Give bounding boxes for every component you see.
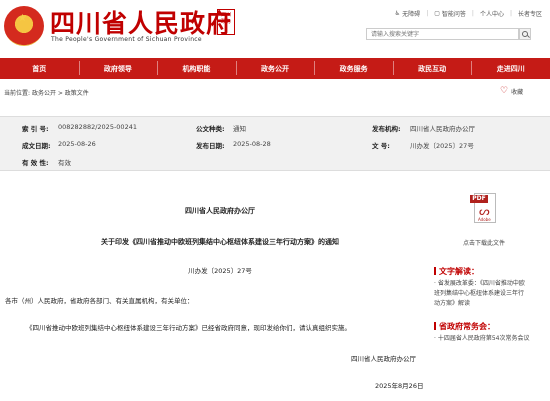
meta-value: 川办发〔2025〕27号 <box>410 142 474 150</box>
nav-item-interaction[interactable]: 政民互动 <box>392 60 472 75</box>
site-subtitle: The People's Government of Sichuan Provi… <box>51 36 202 43</box>
main-nav: 首页 政府领导 机构职能 政务公开 政务服务 政民互动 走进四川 <box>0 58 550 79</box>
interpretation-line: · 省发展改革委：《四川省推动中欧 <box>434 280 525 287</box>
chat-icon: ▢ <box>434 10 440 17</box>
divider: | <box>426 10 429 17</box>
meta-value: 有效 <box>58 159 71 167</box>
doc-date: 2025年8月26日 <box>375 382 424 390</box>
divider: | <box>509 10 512 17</box>
search-icon[interactable] <box>519 28 531 40</box>
meta-key: 发布机构: <box>372 125 401 133</box>
seal-logo: 四川 政务 <box>217 9 235 35</box>
accessibility-link[interactable]: ♿ 无障碍 <box>395 9 420 18</box>
meta-value: 008282882/2025-00241 <box>58 123 137 131</box>
meta-key: 成文日期: <box>22 142 51 150</box>
site-header: ★ 四川省人民政府 The People's Government of Sic… <box>0 0 550 56</box>
personal-center-link[interactable]: 个人中心 <box>480 9 504 18</box>
meta-value: 通知 <box>233 125 246 133</box>
meeting-line: · 十四届省人民政府第54次常务会议 <box>434 335 530 342</box>
doc-body: 《四川省推动中欧班列集结中心枢纽体系建设三年行动方案》已经省政府同意，现印发给你… <box>26 324 351 332</box>
meta-key: 公文种类: <box>196 125 225 133</box>
meta-value: 四川省人民政府办公厅 <box>410 125 475 133</box>
heart-icon: ♡ <box>500 86 509 96</box>
interpretation-line: 动方案》解读 <box>434 300 471 307</box>
doc-signer: 四川省人民政府办公厅 <box>351 355 416 363</box>
meta-key: 有 效 性: <box>22 159 49 167</box>
breadcrumb-label: 当前位置: <box>4 90 31 97</box>
meta-row: 索 引 号: 008282882/2025-00241 公文种类: 通知 发布机… <box>0 119 550 133</box>
interpretation-line: 班列集结中心枢纽体系建设三年行 <box>434 290 525 297</box>
interpretation-heading: 文字解读： <box>434 266 479 277</box>
site-title[interactable]: 四川省人民政府 <box>50 4 232 40</box>
executive-meeting-link[interactable]: · 十四届省人民政府第54次常务会议 <box>434 334 529 344</box>
accessibility-icon: ♿ <box>394 10 401 17</box>
meta-value: 2025-08-26 <box>58 140 96 148</box>
meta-key: 索 引 号: <box>22 125 49 133</box>
nav-item-sichuan[interactable]: 走进四川 <box>471 60 550 75</box>
breadcrumb: 当前位置: 政务公开 > 政策文件 <box>4 88 89 97</box>
document-meta-table: 索 引 号: 008282882/2025-00241 公文种类: 通知 发布机… <box>0 116 550 171</box>
acrobat-icon: ᔕ <box>479 204 490 218</box>
doc-office: 四川省人民政府办公厅 <box>185 207 255 215</box>
meta-value: 2025-08-28 <box>233 140 271 148</box>
meta-key: 发布日期: <box>196 142 225 150</box>
pdf-download-icon[interactable]: PDF ᔕ Adobe <box>470 193 496 223</box>
meta-row: 有 效 性: 有效 <box>0 153 550 167</box>
interpretation-link[interactable]: · 省发展改革委：《四川省推动中欧 班列集结中心枢纽体系建设三年行 动方案》解读 <box>434 279 525 309</box>
doc-title: 关于印发《四川省推动中欧班列集结中心枢纽体系建设三年行动方案》的通知 <box>101 238 339 246</box>
favorite-button[interactable]: ♡ 收藏 <box>500 86 523 96</box>
download-file-link[interactable]: 点击下载此文件 <box>463 238 505 247</box>
nav-item-leaders[interactable]: 政府领导 <box>78 60 158 75</box>
adobe-brand: Adobe <box>478 217 491 222</box>
pdf-tag: PDF <box>470 195 488 203</box>
doc-number: 川办发〔2025〕27号 <box>188 267 252 275</box>
nav-item-institutions[interactable]: 机构职能 <box>157 60 236 75</box>
favorite-label: 收藏 <box>511 88 524 96</box>
top-links: ♿ 无障碍 | ▢ 智能问答 | 个人中心 | 长者专区 <box>395 9 542 18</box>
meta-row: 成文日期: 2025-08-26 发布日期: 2025-08-28 文 号: 川… <box>0 136 550 150</box>
smart-qa-link[interactable]: ▢ 智能问答 <box>434 9 466 18</box>
search-input[interactable]: 请输入搜索关键字 <box>366 28 519 40</box>
meta-key: 文 号: <box>372 142 390 150</box>
doc-recipients: 各市（州）人民政府，省政府各部门、有关直属机构，有关单位： <box>5 297 194 305</box>
document-body: 四川省人民政府办公厅 关于印发《四川省推动中欧班列集结中心枢纽体系建设三年行动方… <box>0 171 440 401</box>
national-emblem-icon: ★ <box>4 6 44 46</box>
nav-item-services[interactable]: 政务服务 <box>314 60 393 75</box>
breadcrumb-path[interactable]: 政务公开 > 政策文件 <box>32 90 89 97</box>
nav-item-openness[interactable]: 政务公开 <box>235 60 315 75</box>
divider: | <box>471 10 474 17</box>
elder-zone-link[interactable]: 长者专区 <box>518 9 542 18</box>
nav-item-home[interactable]: 首页 <box>0 64 79 74</box>
executive-meeting-heading: 省政府常务会： <box>434 321 495 332</box>
